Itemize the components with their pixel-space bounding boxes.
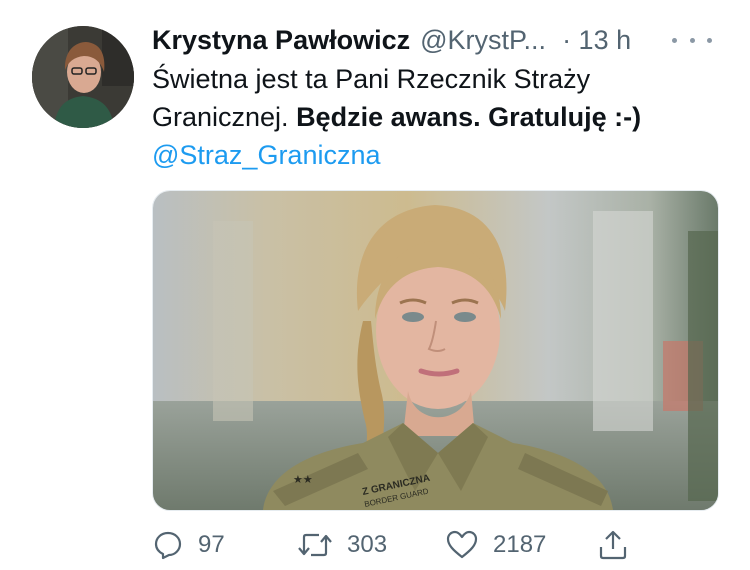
tweet-photo[interactable]: ★★ Z GRANICZNA BORDER GUARD: [152, 190, 719, 511]
author-avatar[interactable]: [32, 26, 134, 128]
mention-link[interactable]: @Straz_Graniczna: [152, 136, 692, 174]
avatar-photo: [32, 26, 134, 128]
like-icon: [446, 530, 478, 559]
retweet-button[interactable]: 303: [297, 526, 387, 564]
tweet: Krystyna Pawłowicz @KrystP... · 13 h Świ…: [0, 0, 750, 570]
share-button[interactable]: [597, 526, 629, 564]
tweet-text: Świetna jest ta Pani Rzecznik Straży Gra…: [152, 60, 692, 174]
author-handle[interactable]: @KrystP...: [420, 25, 546, 56]
share-icon: [599, 530, 627, 560]
reply-button[interactable]: 97: [152, 526, 225, 564]
svg-text:★★: ★★: [293, 474, 313, 486]
retweet-count: 303: [347, 531, 388, 558]
tweet-text-bold: Będzie awans. Gratuluję :-): [296, 102, 642, 132]
tweet-header: Krystyna Pawłowicz @KrystP... · 13 h: [152, 22, 712, 58]
tweet-timestamp[interactable]: · 13 h: [562, 25, 631, 56]
tweet-actions: 97 303 2187: [152, 526, 642, 564]
like-count: 2187: [493, 531, 547, 558]
reply-icon: [154, 531, 182, 560]
author-name[interactable]: Krystyna Pawłowicz: [152, 25, 410, 56]
photo-border-guard-officer: ★★ Z GRANICZNA BORDER GUARD: [153, 191, 718, 510]
like-button[interactable]: 2187: [445, 526, 546, 564]
more-icon[interactable]: [672, 26, 712, 54]
retweet-icon: [298, 533, 332, 557]
reply-count: 97: [198, 531, 225, 558]
